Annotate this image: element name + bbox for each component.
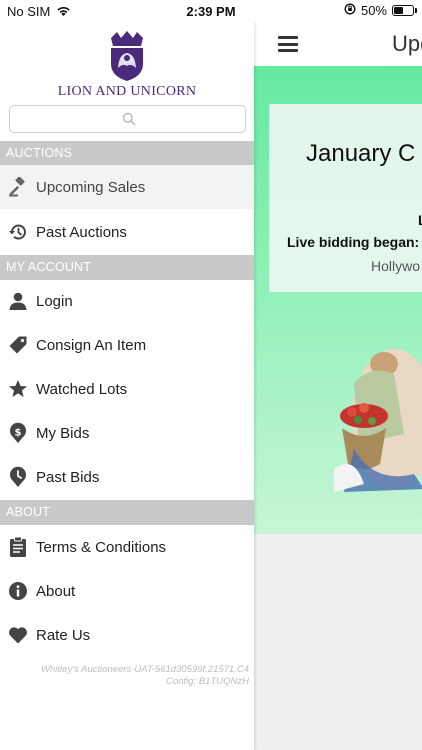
main-page: Upc January C L Live bidding began: Holl… [254, 22, 422, 750]
sale-hero[interactable]: January C L Live bidding began: Hollywo [254, 66, 422, 534]
sale-card[interactable]: January C L Live bidding began: Hollywo [269, 104, 422, 292]
page-title: Upc [392, 31, 422, 56]
hamburger-menu-icon[interactable] [278, 36, 298, 52]
menu-item-login[interactable]: Login [0, 279, 254, 323]
clock-pin-icon [0, 466, 36, 488]
info-icon [0, 581, 36, 601]
menu-item-label: Terms & Conditions [36, 538, 167, 556]
section-my-account: MY ACCOUNT [0, 255, 254, 280]
battery-icon [392, 5, 417, 16]
battery-fill [394, 7, 403, 14]
user-icon [0, 291, 36, 311]
menu-item-about[interactable]: About [0, 569, 254, 613]
battery-percent: 50% [360, 3, 387, 18]
search-box[interactable] [9, 105, 246, 133]
menu-item-consign-an-item[interactable]: Consign An Item [0, 323, 254, 367]
menu-item-rate-us[interactable]: Rate Us [0, 613, 254, 657]
search-icon [122, 112, 136, 131]
version-info: Whitley's Auctioneers-UAT-561d30599f.215… [0, 664, 249, 688]
main-topbar: Upc [254, 22, 422, 66]
tag-icon [0, 335, 36, 355]
menu-item-label: My Bids [36, 424, 90, 442]
menu-item-label: Login [36, 292, 73, 310]
menu-item-my-bids[interactable]: $ My Bids [0, 411, 254, 455]
sale-location: Hollywo [371, 258, 421, 274]
menu-item-label: Watched Lots [36, 380, 128, 398]
brand-name: LION AND UNICORN [57, 84, 197, 99]
menu-item-label: Consign An Item [36, 336, 147, 354]
brand-logo: LION AND UNICORN [0, 30, 254, 104]
sale-bidding-status: Live bidding began: [287, 234, 420, 250]
dollar-pin-icon: $ [0, 422, 36, 444]
side-drawer: LION AND UNICORN AUCTIONS Upcoming Sales… [0, 22, 254, 750]
crest-icon [111, 31, 143, 81]
status-bar: No SIM 2:39 PM 50% [0, 0, 422, 22]
star-icon [0, 379, 36, 399]
menu-item-upcoming-sales[interactable]: Upcoming Sales [0, 165, 254, 209]
history-icon [0, 222, 36, 242]
menu-item-past-auctions[interactable]: Past Auctions [0, 210, 254, 254]
menu-item-watched-lots[interactable]: Watched Lots [0, 367, 254, 411]
menu-item-past-bids[interactable]: Past Bids [0, 455, 254, 499]
menu-item-label: About [36, 582, 76, 600]
section-about: ABOUT [0, 500, 254, 525]
clipboard-icon [0, 536, 36, 558]
sale-title: January C [306, 140, 416, 167]
svg-text:$: $ [15, 428, 22, 439]
version-build: Whitley's Auctioneers-UAT-561d30599f.215… [41, 664, 249, 675]
menu-item-label: Upcoming Sales [36, 178, 146, 196]
heart-icon [0, 626, 36, 644]
menu-item-terms-conditions[interactable]: Terms & Conditions [0, 525, 254, 569]
figurine-image [334, 349, 422, 492]
status-right: 50% [344, 3, 417, 18]
rotation-lock-icon [344, 3, 356, 18]
version-config: Config: B1TUQNzH [166, 676, 249, 687]
menu-item-label: Past Bids [36, 468, 100, 486]
menu-item-label: Rate Us [36, 626, 91, 644]
menu-item-label: Past Auctions [36, 223, 127, 241]
section-auctions: AUCTIONS [0, 141, 254, 166]
sale-line-1: L [418, 212, 422, 228]
gavel-icon [0, 177, 36, 197]
